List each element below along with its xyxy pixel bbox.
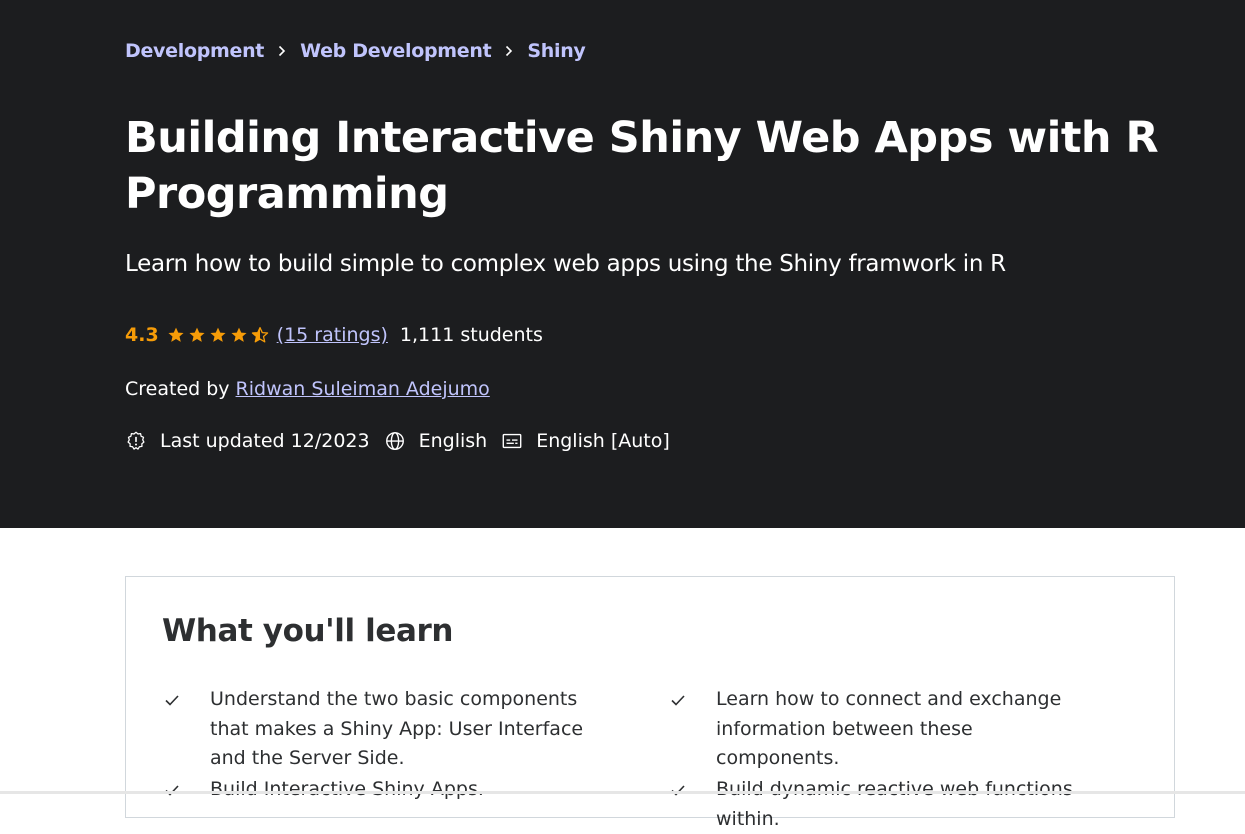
star-icon — [168, 327, 184, 342]
learn-item-text: Build dynamic reactive web functions wit… — [716, 778, 1073, 830]
students-count: 1,111 students — [399, 324, 543, 346]
captions-text: English [Auto] — [536, 430, 670, 452]
learn-item-text: Understand the two basic components that… — [210, 688, 584, 769]
course-title: Building Interactive Shiny Web Apps with… — [125, 113, 1159, 219]
alert-badge-icon — [127, 431, 145, 450]
breadcrumb-item-web-development[interactable]: Web Development — [300, 40, 492, 62]
star-icon — [189, 327, 205, 342]
breadcrumb-item-shiny[interactable]: Shiny — [527, 40, 585, 62]
breadcrumb: Development Web Development Shiny — [125, 36, 1175, 66]
learn-item: Understand the two basic components that… — [162, 685, 592, 774]
learn-item: Build Interactive Shiny Apps. — [162, 775, 592, 805]
created-by-label: Created by — [125, 378, 230, 400]
star-half-icon — [251, 326, 268, 343]
check-icon — [671, 785, 685, 796]
star-icon — [210, 327, 226, 342]
globe-icon — [385, 432, 404, 450]
star-icon — [231, 327, 247, 342]
closed-captions-icon — [502, 433, 522, 449]
created-by-row: Created by Ridwan Suleiman Adejumo — [125, 374, 1175, 404]
course-subtitle: Learn how to build simple to complex web… — [125, 251, 1006, 277]
learn-item-text: Learn how to connect and exchange inform… — [716, 688, 1062, 769]
course-header: Development Web Development Shiny Buildi… — [0, 0, 1245, 528]
chevron-right-icon — [278, 45, 286, 57]
learn-item: Learn how to connect and exchange inform… — [668, 685, 1098, 774]
chevron-right-icon — [505, 45, 513, 57]
breadcrumb-item-development[interactable]: Development — [125, 40, 264, 62]
last-updated: Last updated 12/2023 — [125, 430, 370, 452]
course-meta-row: Last updated 12/2023 English English [Au… — [125, 426, 1175, 456]
rating-value: 4.3 — [125, 324, 159, 346]
check-icon — [165, 785, 179, 796]
learn-title: What you'll learn — [162, 613, 454, 649]
rating-row: 4.3 (15 ratings) 1,111 students — [125, 320, 1175, 350]
learn-item: Build dynamic reactive web functions wit… — [668, 775, 1098, 834]
check-icon — [671, 695, 685, 706]
instructor-link[interactable]: Ridwan Suleiman Adejumo — [236, 378, 490, 400]
last-updated-text: Last updated 12/2023 — [160, 430, 370, 452]
language-text: English — [418, 430, 488, 452]
check-icon — [165, 695, 179, 706]
rating-stars — [167, 326, 269, 344]
ratings-count-link[interactable]: (15 ratings) — [277, 324, 388, 346]
course-captions: English [Auto] — [501, 430, 670, 452]
what-youll-learn: What you'll learn Understand the two bas… — [125, 576, 1175, 830]
learn-item-text: Build Interactive Shiny Apps. — [210, 778, 484, 800]
course-language: English — [384, 430, 488, 452]
